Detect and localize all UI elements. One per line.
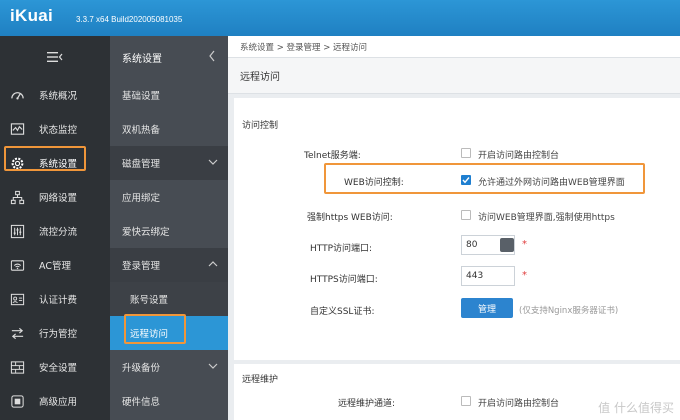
https-port-label: HTTPS访问端口:: [310, 275, 378, 285]
dashboard-icon: [9, 87, 25, 103]
submenu-item-label: 升级备份: [122, 363, 161, 374]
submenu-item-label: 账号设置: [130, 295, 169, 306]
submenu-item-cloud-binding[interactable]: 爱快云绑定: [110, 214, 228, 248]
https-port-input[interactable]: 443: [461, 266, 515, 286]
submenu-item-label: 硬件信息: [122, 397, 161, 408]
sidebar-item-label: 行为管控: [39, 329, 78, 340]
sidebar-item-traffic[interactable]: 流控分流: [0, 214, 110, 248]
http-port-label: HTTP访问端口:: [310, 244, 373, 254]
submenu-item-label: 双机热备: [122, 125, 161, 136]
sliders-icon: [9, 223, 25, 239]
arrows-icon: [9, 325, 25, 341]
submenu-item-label: 磁盘管理: [122, 159, 161, 170]
submenu-item-label: 基础设置: [122, 91, 161, 102]
submenu-item-disk[interactable]: 磁盘管理: [110, 146, 228, 180]
network-icon: [9, 189, 25, 205]
maintenance-channel-label: 远程维护通道:: [338, 399, 396, 409]
menu-collapse-icon: [47, 52, 63, 62]
highlight-remote-access: [124, 314, 186, 344]
sidebar-item-label: 系统概况: [39, 91, 78, 102]
monitor-icon: [9, 121, 25, 137]
firewall-icon: [9, 359, 25, 375]
web-access-checkbox[interactable]: [461, 175, 471, 185]
submenu-item-basic[interactable]: 基础设置: [110, 78, 228, 112]
port-picker-icon[interactable]: [500, 238, 514, 252]
ssl-cert-label: 自定义SSL证书:: [310, 307, 375, 317]
sidebar-item-ac[interactable]: AC管理: [0, 248, 110, 282]
page-title: 远程访问: [228, 58, 680, 94]
telnet-checkbox[interactable]: [461, 148, 471, 158]
submenu-item-label: 应用绑定: [122, 193, 161, 204]
submenu-item-account[interactable]: 账号设置: [110, 282, 228, 316]
apps-icon: [9, 393, 25, 409]
submenu-item-hardware[interactable]: 硬件信息: [110, 384, 228, 418]
ssl-manage-button[interactable]: 管理: [461, 298, 513, 318]
ssl-hint: (仅支持Nginx服务器证书): [519, 306, 619, 316]
sidebar-item-auth[interactable]: 认证计费: [0, 282, 110, 316]
telnet-text: 开启访问路由控制台: [478, 151, 560, 161]
logo: iKuai: [10, 6, 54, 25]
chevron-left-icon[interactable]: [208, 50, 216, 62]
chevron-down-icon: [208, 363, 218, 369]
sidebar-item-label: 状态监控: [39, 125, 78, 136]
sidebar-item-label: 流控分流: [39, 227, 78, 238]
sidebar-item-monitor[interactable]: 状态监控: [0, 112, 110, 146]
checkmark-icon: [462, 177, 470, 184]
highlight-system-settings: [4, 146, 86, 171]
chevron-up-icon: [208, 261, 218, 267]
sidebar-item-overview[interactable]: 系统概况: [0, 78, 110, 112]
breadcrumb: 系统设置 > 登录管理 > 远程访问: [228, 36, 680, 58]
web-access-label: WEB访问控制:: [344, 178, 404, 188]
sidebar-item-network[interactable]: 网络设置: [0, 180, 110, 214]
watermark: 值 什么值得买: [598, 401, 674, 415]
submenu-title-label: 系统设置: [122, 53, 162, 65]
submenu-item-label: 爱快云绑定: [122, 227, 170, 238]
id-card-icon: [9, 291, 25, 307]
telnet-label: Telnet服务端:: [304, 151, 361, 161]
required-mark: *: [522, 239, 527, 250]
submenu-item-label: 登录管理: [122, 261, 161, 272]
web-access-text: 允许通过外网访问路由WEB管理界面: [478, 178, 625, 188]
sidebar: 系统概况 状态监控 系统设置 网络设置 流控分流 AC管理 认证计费 行为管控 …: [0, 36, 110, 420]
section-title-access-control: 访问控制: [242, 121, 279, 131]
chevron-down-icon: [208, 159, 218, 165]
sidebar-item-label: 网络设置: [39, 193, 78, 204]
submenu-item-hot-standby[interactable]: 双机热备: [110, 112, 228, 146]
sidebar-item-label: 高级应用: [39, 397, 78, 408]
sidebar-item-advanced[interactable]: 高级应用: [0, 384, 110, 418]
submenu-title: 系统设置: [110, 36, 228, 78]
access-control-card: 访问控制 Telnet服务端: 开启访问路由控制台 WEB访问控制: 允许通过外…: [234, 98, 680, 360]
top-header: iKuai 3.3.7 x64 Build202005081035: [0, 0, 680, 36]
force-https-checkbox[interactable]: [461, 210, 471, 220]
section-title-remote-maintenance: 远程维护: [242, 375, 279, 385]
sidebar-item-behavior[interactable]: 行为管控: [0, 316, 110, 350]
sidebar-item-label: 认证计费: [39, 295, 78, 306]
version-text: 3.3.7 x64 Build202005081035: [76, 15, 183, 24]
submenu-item-login-management[interactable]: 登录管理: [110, 248, 228, 282]
force-https-label: 强制https WEB访问:: [307, 213, 393, 223]
menu-toggle-button[interactable]: [0, 36, 110, 78]
submenu-item-app-binding[interactable]: 应用绑定: [110, 180, 228, 214]
force-https-text: 访问WEB管理界面,强制使用https: [478, 213, 615, 223]
required-mark: *: [522, 270, 527, 281]
submenu-item-upgrade-backup[interactable]: 升级备份: [110, 350, 228, 384]
sidebar-item-label: 安全设置: [39, 363, 78, 374]
submenu-panel: 系统设置 基础设置 双机热备 磁盘管理 应用绑定 爱快云绑定 登录管理 账号设置…: [110, 36, 228, 420]
wifi-icon: [9, 257, 25, 273]
sidebar-item-security[interactable]: 安全设置: [0, 350, 110, 384]
sidebar-item-label: AC管理: [39, 261, 71, 272]
maintenance-channel-checkbox[interactable]: [461, 396, 471, 406]
maintenance-channel-text: 开启访问路由控制台: [478, 399, 560, 409]
main-content: 系统设置 > 登录管理 > 远程访问 远程访问 访问控制 Telnet服务端: …: [228, 36, 680, 420]
